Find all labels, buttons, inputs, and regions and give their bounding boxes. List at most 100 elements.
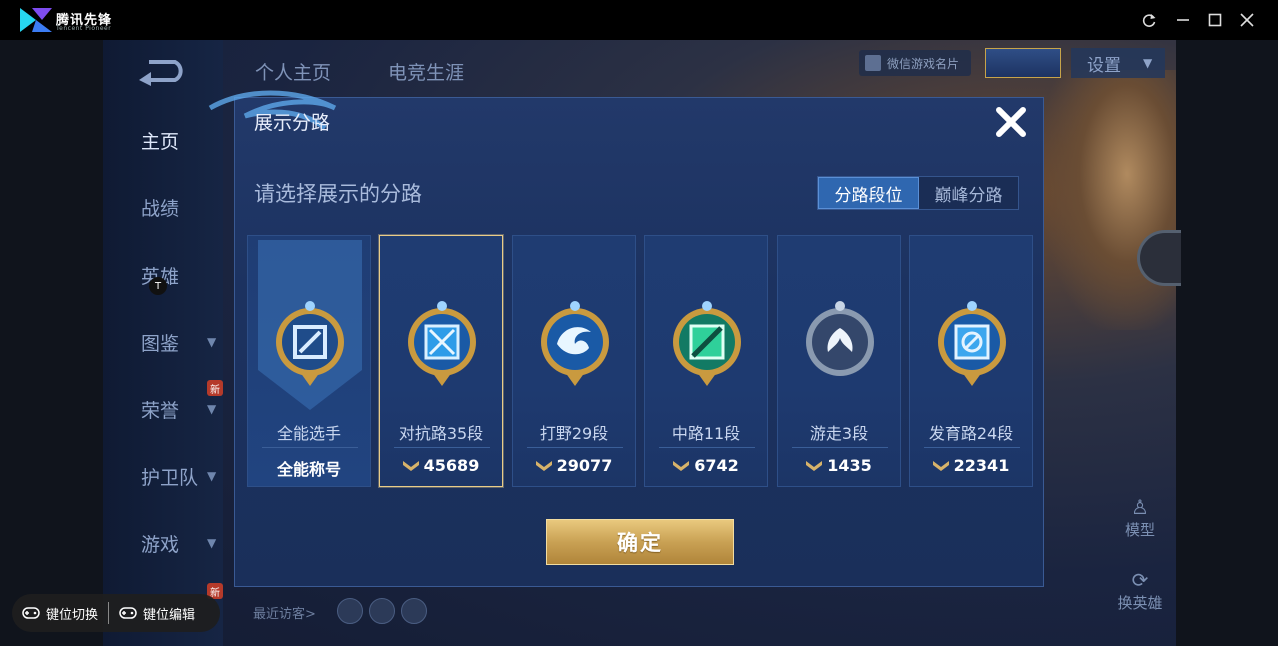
sidebar-item-honor[interactable]: 荣誉 ▼ bbox=[103, 394, 223, 424]
keymap-edit-label: 键位编辑 bbox=[143, 607, 196, 623]
refresh-icon[interactable] bbox=[1136, 8, 1162, 32]
keymap-switch-button[interactable]: 键位切换 bbox=[12, 604, 108, 623]
lane-name: 中路11段 bbox=[671, 424, 741, 443]
rank-chevron-icon bbox=[402, 460, 419, 471]
lane-card-allround[interactable]: 全能选手 全能称号 bbox=[247, 235, 371, 487]
rank-chevron-icon bbox=[806, 460, 823, 471]
close-icon[interactable] bbox=[993, 104, 1029, 140]
hero-portrait bbox=[1043, 70, 1176, 330]
settings-button[interactable]: 设置 ▼ bbox=[1071, 48, 1165, 78]
lane-score: 1435 bbox=[778, 456, 900, 475]
sidebar-item-label: 图鉴 bbox=[141, 332, 180, 355]
tab-esports[interactable]: 电竞生涯 bbox=[388, 58, 464, 85]
gamepad-icon bbox=[119, 607, 137, 619]
dialog-subtitle: 请选择展示的分路 bbox=[254, 182, 422, 206]
sidebar-item-games[interactable]: 游戏 ▼ bbox=[103, 528, 223, 558]
card-divider bbox=[262, 447, 358, 448]
lane-display-dialog: 展示分路 请选择展示的分路 分路段位 巅峰分路 全能选手 全能称号 对抗路35段… bbox=[208, 90, 1044, 587]
lane-card-roam[interactable]: 游走3段 1435 bbox=[777, 235, 901, 487]
chevron-down-icon: ▼ bbox=[207, 402, 217, 416]
rank-chevron-icon bbox=[535, 460, 552, 471]
lane-name: 全能选手 bbox=[276, 424, 341, 443]
gamepad-icon bbox=[22, 607, 40, 619]
lane-card-farm[interactable]: 发育路24段 22341 bbox=[909, 235, 1033, 487]
sidebar-item-records[interactable]: 战绩 bbox=[103, 192, 223, 222]
sidebar-item-codex[interactable]: 图鉴 ▼ bbox=[103, 327, 223, 357]
keymap-switch-label: 键位切换 bbox=[46, 607, 99, 623]
score-value: 6742 bbox=[694, 456, 739, 475]
avatar bbox=[401, 598, 427, 624]
settings-label: 设置 bbox=[1087, 55, 1121, 76]
card-divider bbox=[924, 447, 1020, 448]
lane-card-jungle[interactable]: 打野29段 29077 bbox=[512, 235, 636, 487]
lane-card-clash[interactable]: 对抗路35段 45689 bbox=[379, 235, 503, 487]
lane-card-mid[interactable]: 中路11段 6742 bbox=[644, 235, 768, 487]
jungle-emblem-icon bbox=[541, 301, 609, 386]
segment-toggle: 分路段位 巅峰分路 bbox=[817, 176, 1019, 210]
lane-score: 6742 bbox=[645, 456, 767, 475]
rank-chevron-icon bbox=[673, 460, 690, 471]
maximize-icon[interactable] bbox=[1202, 8, 1228, 32]
sidebar-item-label: 游戏 bbox=[141, 533, 180, 556]
farm-lane-emblem-icon bbox=[938, 301, 1006, 386]
letterbox-left bbox=[0, 40, 103, 646]
back-icon[interactable] bbox=[135, 58, 191, 86]
keymap-edit-button[interactable]: 键位编辑 bbox=[109, 604, 205, 623]
emulator-window: { "window": { "app_name": "腾讯先锋", "app_s… bbox=[0, 0, 1278, 646]
person-icon: ♙ bbox=[1131, 495, 1149, 519]
new-badge: 新 bbox=[207, 380, 223, 396]
wechat-card-button[interactable]: 微信游戏名片 bbox=[859, 50, 971, 76]
score-value: 22341 bbox=[953, 456, 1010, 475]
emulator-titlebar: 腾讯先锋 Tencent Pioneer bbox=[0, 0, 1278, 40]
model-label: 模型 bbox=[1124, 521, 1155, 539]
dialog-title: 展示分路 bbox=[254, 112, 331, 134]
segment-lane-rank[interactable]: 分路段位 bbox=[818, 177, 919, 209]
sidebar-item-squad[interactable]: 护卫队 ▼ bbox=[103, 461, 223, 491]
app-subtitle: Tencent Pioneer bbox=[56, 25, 112, 32]
rank-banner bbox=[985, 48, 1061, 78]
letterbox-right bbox=[1176, 40, 1278, 646]
clash-lane-emblem-icon bbox=[408, 301, 476, 386]
roam-emblem-icon bbox=[806, 301, 874, 376]
sidebar-item-label: 护卫队 bbox=[141, 466, 199, 489]
lane-cards: 全能选手 全能称号 对抗路35段 45689 打野29段 29077 中路11段… bbox=[247, 235, 1033, 487]
score-value: 1435 bbox=[827, 456, 872, 475]
segment-peak-lane[interactable]: 巅峰分路 bbox=[919, 177, 1018, 209]
sidebar-item-label: 战绩 bbox=[141, 197, 180, 220]
recent-visitors-link[interactable]: 最近访客> bbox=[253, 603, 316, 622]
tab-profile[interactable]: 个人主页 bbox=[255, 58, 331, 85]
close-icon[interactable] bbox=[1234, 8, 1260, 32]
score-value: 45689 bbox=[423, 456, 480, 475]
rank-chevron-icon bbox=[932, 460, 949, 471]
key-marker-t[interactable]: T bbox=[149, 277, 167, 295]
lane-score: 45689 bbox=[380, 456, 502, 475]
mic-icon bbox=[337, 598, 363, 624]
change-hero-button[interactable]: ⟳ 换英雄 bbox=[1110, 568, 1170, 613]
change-hero-label: 换英雄 bbox=[1117, 594, 1163, 612]
chevron-down-icon: ▼ bbox=[1143, 56, 1153, 70]
avatar bbox=[369, 598, 395, 624]
card-divider bbox=[527, 447, 623, 448]
app-logo bbox=[20, 8, 52, 32]
sidebar-item-label: 荣誉 bbox=[141, 399, 180, 422]
card-divider bbox=[394, 447, 490, 448]
wechat-card-label: 微信游戏名片 bbox=[887, 56, 960, 71]
score-value: 29077 bbox=[556, 456, 613, 475]
user-icon bbox=[865, 55, 881, 71]
model-button[interactable]: ♙ 模型 bbox=[1110, 495, 1170, 540]
mid-lane-emblem-icon bbox=[673, 301, 741, 386]
lane-name: 游走3段 bbox=[809, 424, 869, 443]
confirm-button[interactable]: 确定 bbox=[546, 519, 734, 565]
allround-emblem-icon bbox=[276, 301, 344, 386]
keymap-toolbar: 键位切换 键位编辑 bbox=[12, 594, 220, 632]
chevron-down-icon: ▼ bbox=[207, 469, 217, 483]
lane-name: 发育路24段 bbox=[928, 424, 1014, 443]
swap-icon: ⟳ bbox=[1131, 568, 1149, 592]
minimize-icon[interactable] bbox=[1170, 8, 1196, 32]
lane-score: 22341 bbox=[910, 456, 1032, 475]
card-divider bbox=[659, 447, 755, 448]
sidebar-item-label: 主页 bbox=[141, 130, 180, 153]
lane-name: 打野29段 bbox=[539, 424, 609, 443]
card-divider bbox=[792, 447, 888, 448]
chevron-down-icon: ▼ bbox=[207, 536, 217, 550]
